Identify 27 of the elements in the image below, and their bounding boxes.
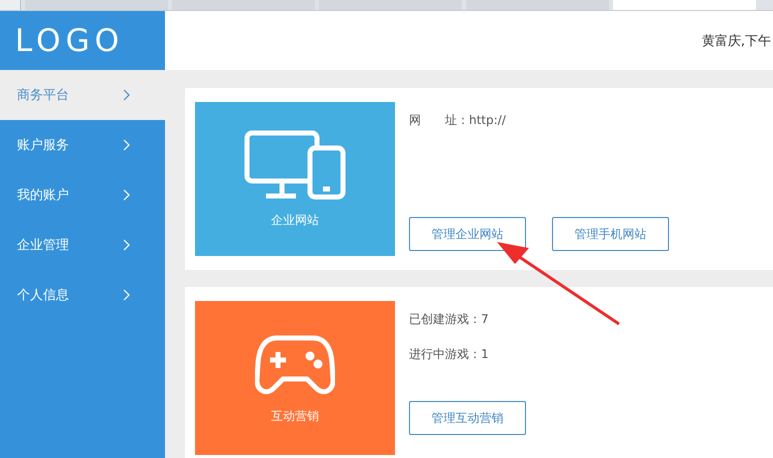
chevron-right-icon	[123, 188, 130, 200]
browser-tab[interactable]	[172, 0, 315, 10]
sidebar-item[interactable]: 商务平台	[0, 70, 165, 120]
info-text: 进行中游戏：1	[409, 346, 490, 363]
browser-tab[interactable]	[25, 0, 168, 10]
chevron-right-icon	[123, 89, 130, 101]
info-text: 已创建游戏：7	[409, 311, 490, 328]
manage-button[interactable]: 管理企业网站	[409, 217, 526, 251]
chevron-right-icon	[123, 288, 130, 300]
browser-tab[interactable]	[319, 0, 462, 10]
greeting-text: 黄富庆,下午	[702, 32, 771, 50]
sidebar-item[interactable]: 我的账户	[0, 170, 165, 220]
tab-scroll-button[interactable]	[0, 0, 21, 10]
chevron-right-icon	[123, 138, 130, 150]
sidebar-item[interactable]: 个人信息	[0, 270, 165, 320]
logo: LOGO	[0, 11, 165, 70]
monitor-phone-icon	[244, 130, 346, 200]
tile-label: 企业网站	[271, 212, 319, 228]
browser-tab[interactable]	[466, 0, 609, 10]
manage-button[interactable]: 管理互动营销	[409, 401, 526, 435]
info-text: 网 址：http://	[409, 112, 507, 129]
chevron-right-icon	[123, 238, 130, 250]
browser-tab[interactable]	[613, 0, 756, 10]
tile-label: 互动营销	[271, 408, 319, 424]
manage-button[interactable]: 管理手机网站	[552, 217, 669, 251]
sidebar-item[interactable]: 账户服务	[0, 120, 165, 170]
sidebar-item[interactable]: 企业管理	[0, 220, 165, 270]
